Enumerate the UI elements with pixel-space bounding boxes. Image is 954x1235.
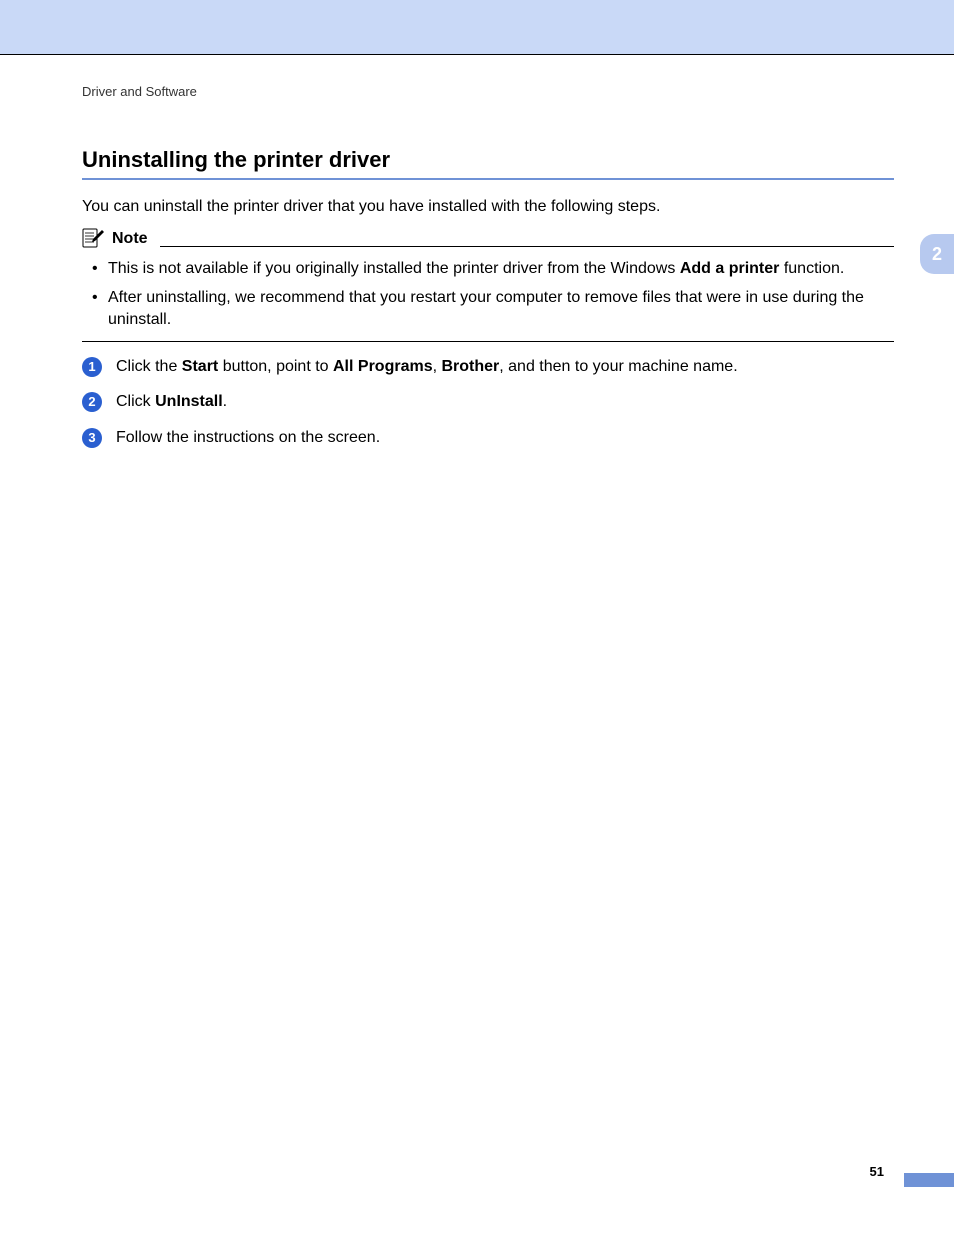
note-item-text: function. bbox=[779, 260, 844, 277]
note-item-text: After uninstalling, we recommend that yo… bbox=[108, 289, 864, 328]
step-number-badge: 3 bbox=[82, 428, 102, 448]
note-box: Note This is not available if you origin… bbox=[82, 228, 894, 342]
section-title: Uninstalling the printer driver bbox=[82, 145, 894, 175]
step-text-bold: Start bbox=[182, 358, 218, 375]
step-text: Click the Start button, point to All Pro… bbox=[116, 356, 738, 378]
note-header-line bbox=[160, 246, 894, 247]
intro-text: You can uninstall the printer driver tha… bbox=[82, 196, 894, 218]
step-number-badge: 1 bbox=[82, 357, 102, 377]
step: 1 Click the Start button, point to All P… bbox=[82, 356, 894, 378]
note-item-bold: Add a printer bbox=[680, 260, 780, 277]
footer-accent bbox=[904, 1173, 954, 1187]
steps: 1 Click the Start button, point to All P… bbox=[82, 356, 894, 449]
note-header: Note bbox=[82, 228, 894, 250]
step-text-bold: All Programs bbox=[333, 358, 433, 375]
step-text: Follow the instructions on the screen. bbox=[116, 427, 380, 449]
note-icon bbox=[82, 228, 106, 250]
chapter-tab: 2 bbox=[920, 234, 954, 274]
step-text-part: Follow the instructions on the screen. bbox=[116, 429, 380, 446]
note-label: Note bbox=[112, 228, 148, 250]
step-text-bold: Brother bbox=[441, 358, 499, 375]
note-list: This is not available if you originally … bbox=[92, 258, 894, 331]
note-item: This is not available if you originally … bbox=[92, 258, 894, 280]
step: 2 Click UnInstall. bbox=[82, 391, 894, 413]
page-number: 51 bbox=[870, 1163, 884, 1181]
step-text-part: . bbox=[223, 393, 227, 410]
page-content: Driver and Software Uninstalling the pri… bbox=[82, 55, 894, 448]
step: 3 Follow the instructions on the screen. bbox=[82, 427, 894, 449]
note-footer-rule bbox=[82, 341, 894, 342]
step-text-part: , and then to your machine name. bbox=[499, 358, 737, 375]
header-bar bbox=[0, 0, 954, 54]
step-text-part: button, point to bbox=[218, 358, 333, 375]
title-rule bbox=[82, 178, 894, 180]
step-text: Click UnInstall. bbox=[116, 391, 227, 413]
note-item: After uninstalling, we recommend that yo… bbox=[92, 287, 894, 330]
step-text-bold: UnInstall bbox=[155, 393, 223, 410]
breadcrumb: Driver and Software bbox=[82, 83, 894, 101]
step-number-badge: 2 bbox=[82, 392, 102, 412]
step-text-part: Click bbox=[116, 393, 155, 410]
step-text-part: Click the bbox=[116, 358, 182, 375]
note-item-text: This is not available if you originally … bbox=[108, 260, 680, 277]
